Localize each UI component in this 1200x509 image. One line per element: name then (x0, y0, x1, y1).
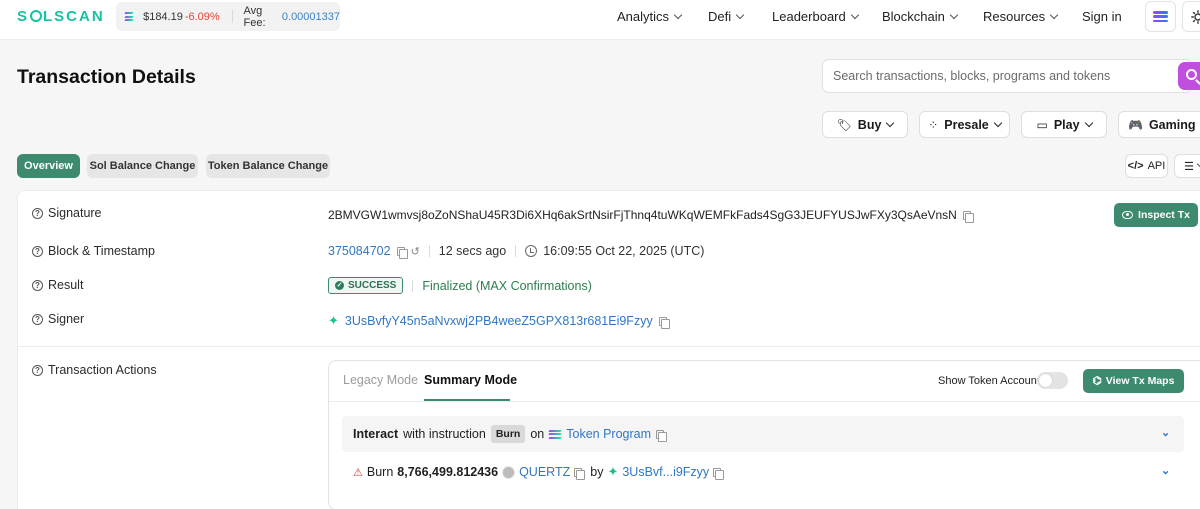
copy-icon[interactable] (658, 316, 670, 329)
solscan-logo[interactable]: S LSCAN (17, 8, 105, 25)
token-program-link[interactable]: Token Program (566, 427, 651, 441)
help-icon: ? (32, 313, 43, 325)
instruction-summary: Interact with instruction Burn on Token … (353, 425, 668, 443)
burn-icon: ⚠ (353, 466, 363, 479)
gaming-button[interactable]: 🎮 Gaming (1118, 111, 1200, 138)
eye-icon (1122, 211, 1134, 219)
view-tx-maps-button[interactable]: ⌬ View Tx Maps (1083, 369, 1184, 393)
signer-value: ✦ 3UsBvfyY45n5aNvxwj2PB4weeZ5GPX813r681E… (328, 313, 670, 329)
chevron-down-icon (673, 10, 683, 19)
play-button[interactable]: ▭ Play (1021, 111, 1107, 138)
signature-value: 2BMVGW1wmvsj8oZoNShaU45R3Di6XHq6akSrtNsi… (328, 208, 974, 223)
tab-legacy-mode[interactable]: Legacy Mode (343, 373, 418, 387)
buy-button[interactable]: 🏷 Buy (822, 111, 908, 138)
chevron-down-icon (850, 10, 859, 19)
tag-icon: 🏷 (836, 117, 852, 132)
token-icon (502, 465, 516, 479)
history-icon: ↺ (410, 245, 420, 258)
block-timestamp-value: 375084702 ↺ 12 secs ago 16:09:55 Oct 22,… (328, 244, 705, 259)
price-ticker: $184.19 -6.09% Avg Fee: 0.00001337 (116, 2, 340, 31)
signer-link[interactable]: 3UsBvfyY45n5aNvxwj2PB4weeZ5GPX813r681Ei9… (345, 314, 653, 328)
menu-button[interactable] (1145, 1, 1176, 32)
map-icon: ⌬ (1092, 375, 1102, 387)
transaction-actions-label: ? Transaction Actions (32, 363, 157, 377)
clock-icon (525, 245, 538, 257)
chevron-down-icon (1084, 118, 1093, 127)
chevron-down-icon (735, 10, 745, 19)
search-icon (1186, 69, 1197, 80)
timestamp: 16:09:55 Oct 22, 2025 (UTC) (543, 244, 705, 258)
screen-icon: ▭ (1036, 117, 1048, 132)
list-view-button[interactable]: ☰ (1174, 154, 1200, 178)
result-value: ✓ SUCCESS Finalized (MAX Confirmations) (328, 277, 592, 294)
nav-resources[interactable]: Resources (983, 9, 1059, 24)
avg-fee-label: Avg Fee: (243, 4, 266, 29)
success-badge: ✓ SUCCESS (328, 277, 404, 294)
solana-icon (124, 12, 134, 21)
search-input[interactable]: Search transactions, blocks, programs an… (822, 59, 1192, 93)
help-icon: ? (32, 279, 43, 291)
nav-analytics[interactable]: Analytics (617, 9, 683, 24)
help-icon: ? (32, 245, 43, 257)
show-token-account-label: Show Token Account (938, 375, 1040, 387)
copy-icon[interactable] (656, 429, 668, 442)
token-link[interactable]: QUERTZ (519, 465, 570, 479)
copy-icon[interactable] (396, 246, 408, 259)
expand-icon[interactable]: ⌄ (1161, 426, 1170, 439)
copy-icon[interactable] (962, 210, 974, 223)
sol-price: $184.19 (143, 10, 183, 23)
top-nav: S LSCAN $184.19 -6.09% Avg Fee: 0.0000133… (0, 0, 1200, 40)
gamepad-icon: 🎮 (1128, 117, 1143, 132)
avg-fee-value: 0.00001337 (281, 10, 341, 23)
signature-label: ? Signature (32, 206, 102, 220)
tab-overview[interactable]: Overview (17, 154, 80, 178)
finalized-status: Finalized (MAX Confirmations) (422, 278, 592, 293)
copy-icon[interactable] (574, 467, 586, 480)
result-label: ? Result (32, 278, 83, 292)
sign-in-link[interactable]: Sign in (1082, 9, 1122, 24)
sun-icon (1190, 9, 1200, 24)
tab-token-balance-change[interactable]: Token Balance Change (206, 154, 330, 178)
time-ago: 12 secs ago (438, 244, 507, 258)
signer-sparkle-icon: ✦ (607, 464, 619, 479)
sol-price-change: -6.09% (184, 10, 220, 23)
presale-icon: ⁘ (928, 117, 939, 132)
nav-leaderboard[interactable]: Leaderboard (772, 9, 859, 24)
burner-address-link[interactable]: 3UsBvf...i9Fzyy (622, 465, 709, 479)
theme-toggle-button[interactable] (1182, 1, 1200, 32)
nav-blockchain[interactable]: Blockchain (882, 9, 959, 24)
signer-sparkle-icon: ✦ (328, 313, 339, 328)
burn-amount: 8,766,499.812436 (397, 465, 499, 479)
help-icon: ? (32, 364, 43, 376)
chevron-down-icon (993, 118, 1003, 127)
list-icon: ☰ (1184, 160, 1194, 173)
menu-icon (1153, 11, 1168, 22)
nav-defi[interactable]: Defi (708, 9, 745, 24)
burn-action-row: ⚠ Burn 8,766,499.812436 QUERTZ by ✦ 3UsB… (353, 464, 725, 480)
logo-o-mark (30, 10, 43, 22)
presale-button[interactable]: ⁘ Presale (919, 111, 1010, 138)
tab-sol-balance-change[interactable]: Sol Balance Change (87, 154, 198, 178)
show-token-account-toggle[interactable] (1037, 372, 1068, 389)
api-button[interactable]: </> API (1125, 154, 1168, 178)
chevron-down-icon (1049, 10, 1059, 19)
inspect-tx-button[interactable]: Inspect Tx (1114, 203, 1198, 227)
search-button[interactable] (1178, 62, 1200, 90)
expand-icon[interactable]: ⌄ (1161, 464, 1170, 477)
help-icon: ? (32, 207, 43, 219)
signer-label: ? Signer (32, 312, 84, 326)
check-icon: ✓ (335, 281, 344, 290)
block-link[interactable]: 375084702 (328, 244, 391, 258)
code-icon: </> (1127, 160, 1144, 172)
instruction-badge: Burn (490, 425, 526, 443)
chevron-down-icon (949, 10, 959, 19)
copy-icon[interactable] (713, 467, 725, 480)
solana-icon (548, 429, 562, 439)
block-timestamp-label: ? Block & Timestamp (32, 244, 155, 258)
chevron-down-icon (886, 118, 895, 127)
page-title: Transaction Details (17, 66, 196, 88)
tab-summary-mode[interactable]: Summary Mode (424, 373, 517, 387)
